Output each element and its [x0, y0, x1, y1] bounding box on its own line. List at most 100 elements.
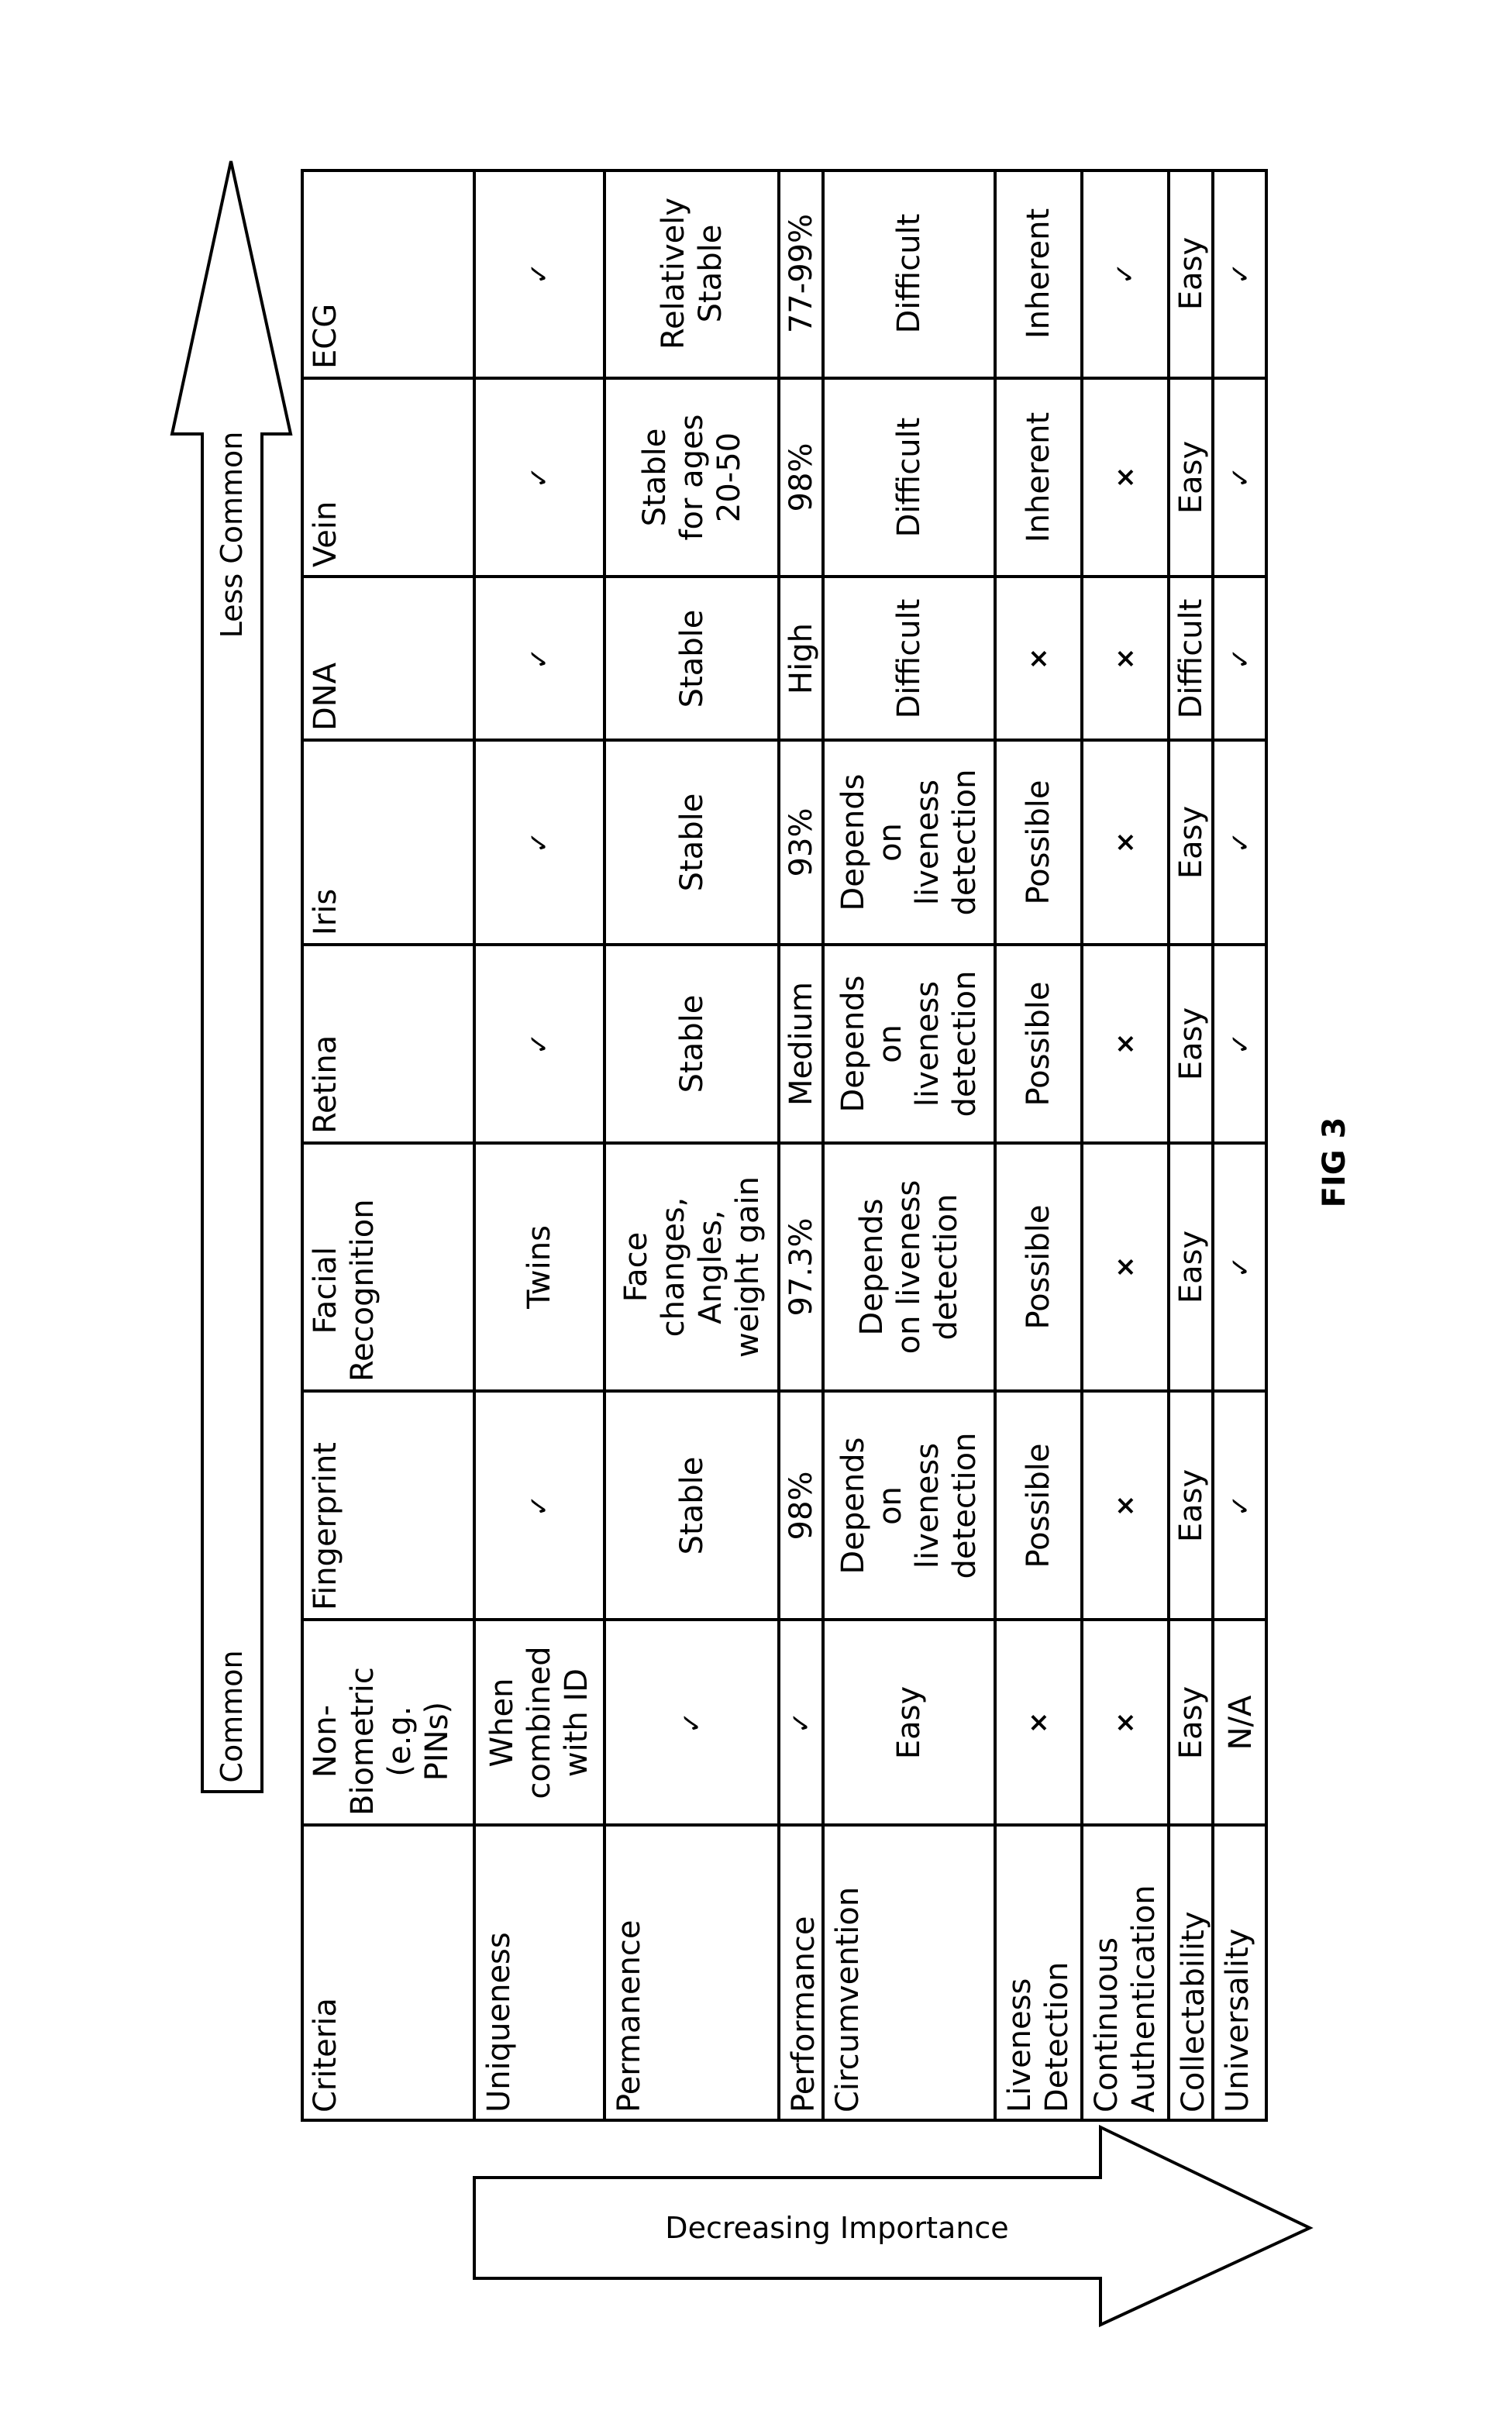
table-cell-universality-fingerprint: ✓: [1213, 1391, 1268, 1620]
cell-value: Stable: [673, 609, 710, 708]
table-cell-circumvention-facial-recognition: Depends on liveness detection: [823, 1143, 995, 1391]
criterion-label: Liveness Detection: [1002, 1961, 1075, 2112]
table-cell-continuous-authentication-retina: ×: [1082, 945, 1169, 1143]
table-cell-circumvention-retina: Depends on liveness detection: [823, 945, 995, 1143]
cell-value: 98%: [783, 1471, 819, 1540]
table-cell-performance-retina: Medium: [779, 945, 823, 1143]
cell-value: ✓: [1224, 647, 1256, 670]
table-cell-permanence-dna: Stable: [604, 577, 779, 740]
cell-value: Inherent: [1021, 411, 1056, 543]
cell-value: Inherent: [1021, 208, 1056, 339]
cell-value: Difficult: [891, 598, 927, 718]
table-cell-uniqueness-iris: ✓: [474, 740, 604, 945]
cell-value: ✓: [1224, 1255, 1256, 1279]
cell-value: ×: [1110, 1711, 1141, 1734]
table-cell-collectability-retina: Easy: [1169, 945, 1213, 1143]
table-cell-circumvention-vein: Difficult: [823, 378, 995, 577]
column-divider: [301, 575, 1268, 578]
cell-value: ×: [1110, 831, 1141, 854]
criterion-label: Continuous Authentication: [1089, 1885, 1162, 2112]
cell-value: ✓: [676, 1711, 708, 1734]
cell-value: ✓: [785, 1711, 817, 1734]
cell-value: Easy: [1173, 1685, 1209, 1759]
cell-value: Possible: [1021, 1204, 1056, 1330]
cell-value: ✓: [1224, 1032, 1256, 1055]
patent-figure: Common Less Common Decreasing Importance…: [0, 0, 1512, 2424]
cell-value: Difficult: [1173, 598, 1209, 718]
table-cell-liveness-detection-ecg: Inherent: [995, 169, 1082, 378]
cell-value: ×: [1110, 647, 1141, 670]
table-cell-universality-non-biometric-e-g-pins: N/A: [1213, 1620, 1268, 1825]
cell-value: 77-99%: [783, 213, 819, 334]
table-cell-uniqueness-ecg: ✓: [474, 169, 604, 378]
table-cell-liveness-detection-vein: Inherent: [995, 378, 1082, 577]
cell-value: 97.3%: [783, 1217, 819, 1317]
column-divider: [301, 1389, 1268, 1393]
criterion-label: Universality: [1220, 1928, 1255, 2112]
table-cell-liveness-detection-dna: ×: [995, 577, 1082, 740]
cell-value: Easy: [1173, 1007, 1209, 1081]
table-cell-continuous-authentication-dna: ×: [1082, 577, 1169, 740]
table-cell-performance-non-biometric-e-g-pins: ✓: [779, 1620, 823, 1825]
criterion-cell-universality: Universality: [1213, 1825, 1268, 2122]
cell-value: Easy: [1173, 1230, 1209, 1304]
cell-value: ×: [1110, 466, 1141, 489]
criterion-label: Circumvention: [830, 1886, 866, 2112]
cell-value: ✓: [1224, 1494, 1256, 1517]
table-cell-uniqueness-non-biometric-e-g-pins: When combined with ID: [474, 1620, 604, 1825]
cell-value: ×: [1110, 1255, 1141, 1279]
table-cell-performance-dna: High: [779, 577, 823, 740]
cell-value: Depends on liveness detection: [854, 1179, 964, 1355]
cell-value: ✓: [1224, 466, 1256, 489]
cell-value: ✓: [524, 647, 555, 670]
common-label: Common: [215, 1650, 249, 1783]
decreasing-importance-label: Decreasing Importance: [665, 2211, 1009, 2245]
table-cell-continuous-authentication-iris: ×: [1082, 740, 1169, 945]
cell-value: High: [783, 622, 819, 694]
table-cell-universality-iris: ✓: [1213, 740, 1268, 945]
table-cell-circumvention-iris: Depends on liveness detection: [823, 740, 995, 945]
table-cell-continuous-authentication-ecg: ✓: [1082, 169, 1169, 378]
table-cell-permanence-vein: Stable for ages 20-50: [604, 378, 779, 577]
cell-value: 93%: [783, 807, 819, 877]
cell-value: Relatively Stable: [655, 197, 728, 350]
table-cell-circumvention-fingerprint: Depends on liveness detection: [823, 1391, 995, 1620]
table-cell-performance-fingerprint: 98%: [779, 1391, 823, 1620]
column-divider: [301, 1618, 1268, 1621]
table-cell-permanence-retina: Stable: [604, 945, 779, 1143]
table-cell-liveness-detection-facial-recognition: Possible: [995, 1143, 1082, 1391]
criterion-cell-permanence: Permanence: [604, 1825, 779, 2122]
header-cell-iris: Iris: [301, 740, 474, 945]
column-header-label: Criteria: [308, 1998, 343, 2112]
header-cell-ecg: ECG: [301, 169, 474, 378]
column-divider: [301, 1823, 1268, 1827]
table-cell-universality-vein: ✓: [1213, 378, 1268, 577]
table-cell-uniqueness-facial-recognition: Twins: [474, 1143, 604, 1391]
cell-value: Face changes, Angles, weight gain: [618, 1176, 766, 1358]
column-header-label: DNA: [308, 662, 343, 731]
cell-value: ×: [1023, 1711, 1054, 1734]
table-cell-permanence-non-biometric-e-g-pins: ✓: [604, 1620, 779, 1825]
table-cell-uniqueness-fingerprint: ✓: [474, 1391, 604, 1620]
cell-value: Stable: [673, 793, 710, 892]
column-divider: [301, 943, 1268, 946]
criterion-cell-continuous-authentication: Continuous Authentication: [1082, 1825, 1169, 2122]
table-cell-uniqueness-vein: ✓: [474, 378, 604, 577]
cell-value: When combined with ID: [484, 1645, 594, 1799]
table-cell-liveness-detection-iris: Possible: [995, 740, 1082, 945]
criterion-label: Performance: [786, 1916, 821, 2112]
cell-value: ✓: [1224, 831, 1256, 854]
table-cell-collectability-facial-recognition: Easy: [1169, 1143, 1213, 1391]
criterion-cell-performance: Performance: [779, 1825, 823, 2122]
criterion-label: Uniqueness: [481, 1932, 517, 2112]
cell-value: ×: [1023, 647, 1054, 670]
cell-value: ✓: [524, 466, 555, 489]
table-cell-circumvention-ecg: Difficult: [823, 169, 995, 378]
table-cell-continuous-authentication-facial-recognition: ×: [1082, 1143, 1169, 1391]
header-cell-non-biometric-e-g-pins: Non- Biometric (e.g. PINs): [301, 1620, 474, 1825]
column-header-label: ECG: [308, 303, 343, 369]
table-cell-liveness-detection-retina: Possible: [995, 945, 1082, 1143]
table-cell-circumvention-non-biometric-e-g-pins: Easy: [823, 1620, 995, 1825]
cell-value: Difficult: [891, 213, 927, 334]
column-header-label: Iris: [308, 888, 343, 935]
